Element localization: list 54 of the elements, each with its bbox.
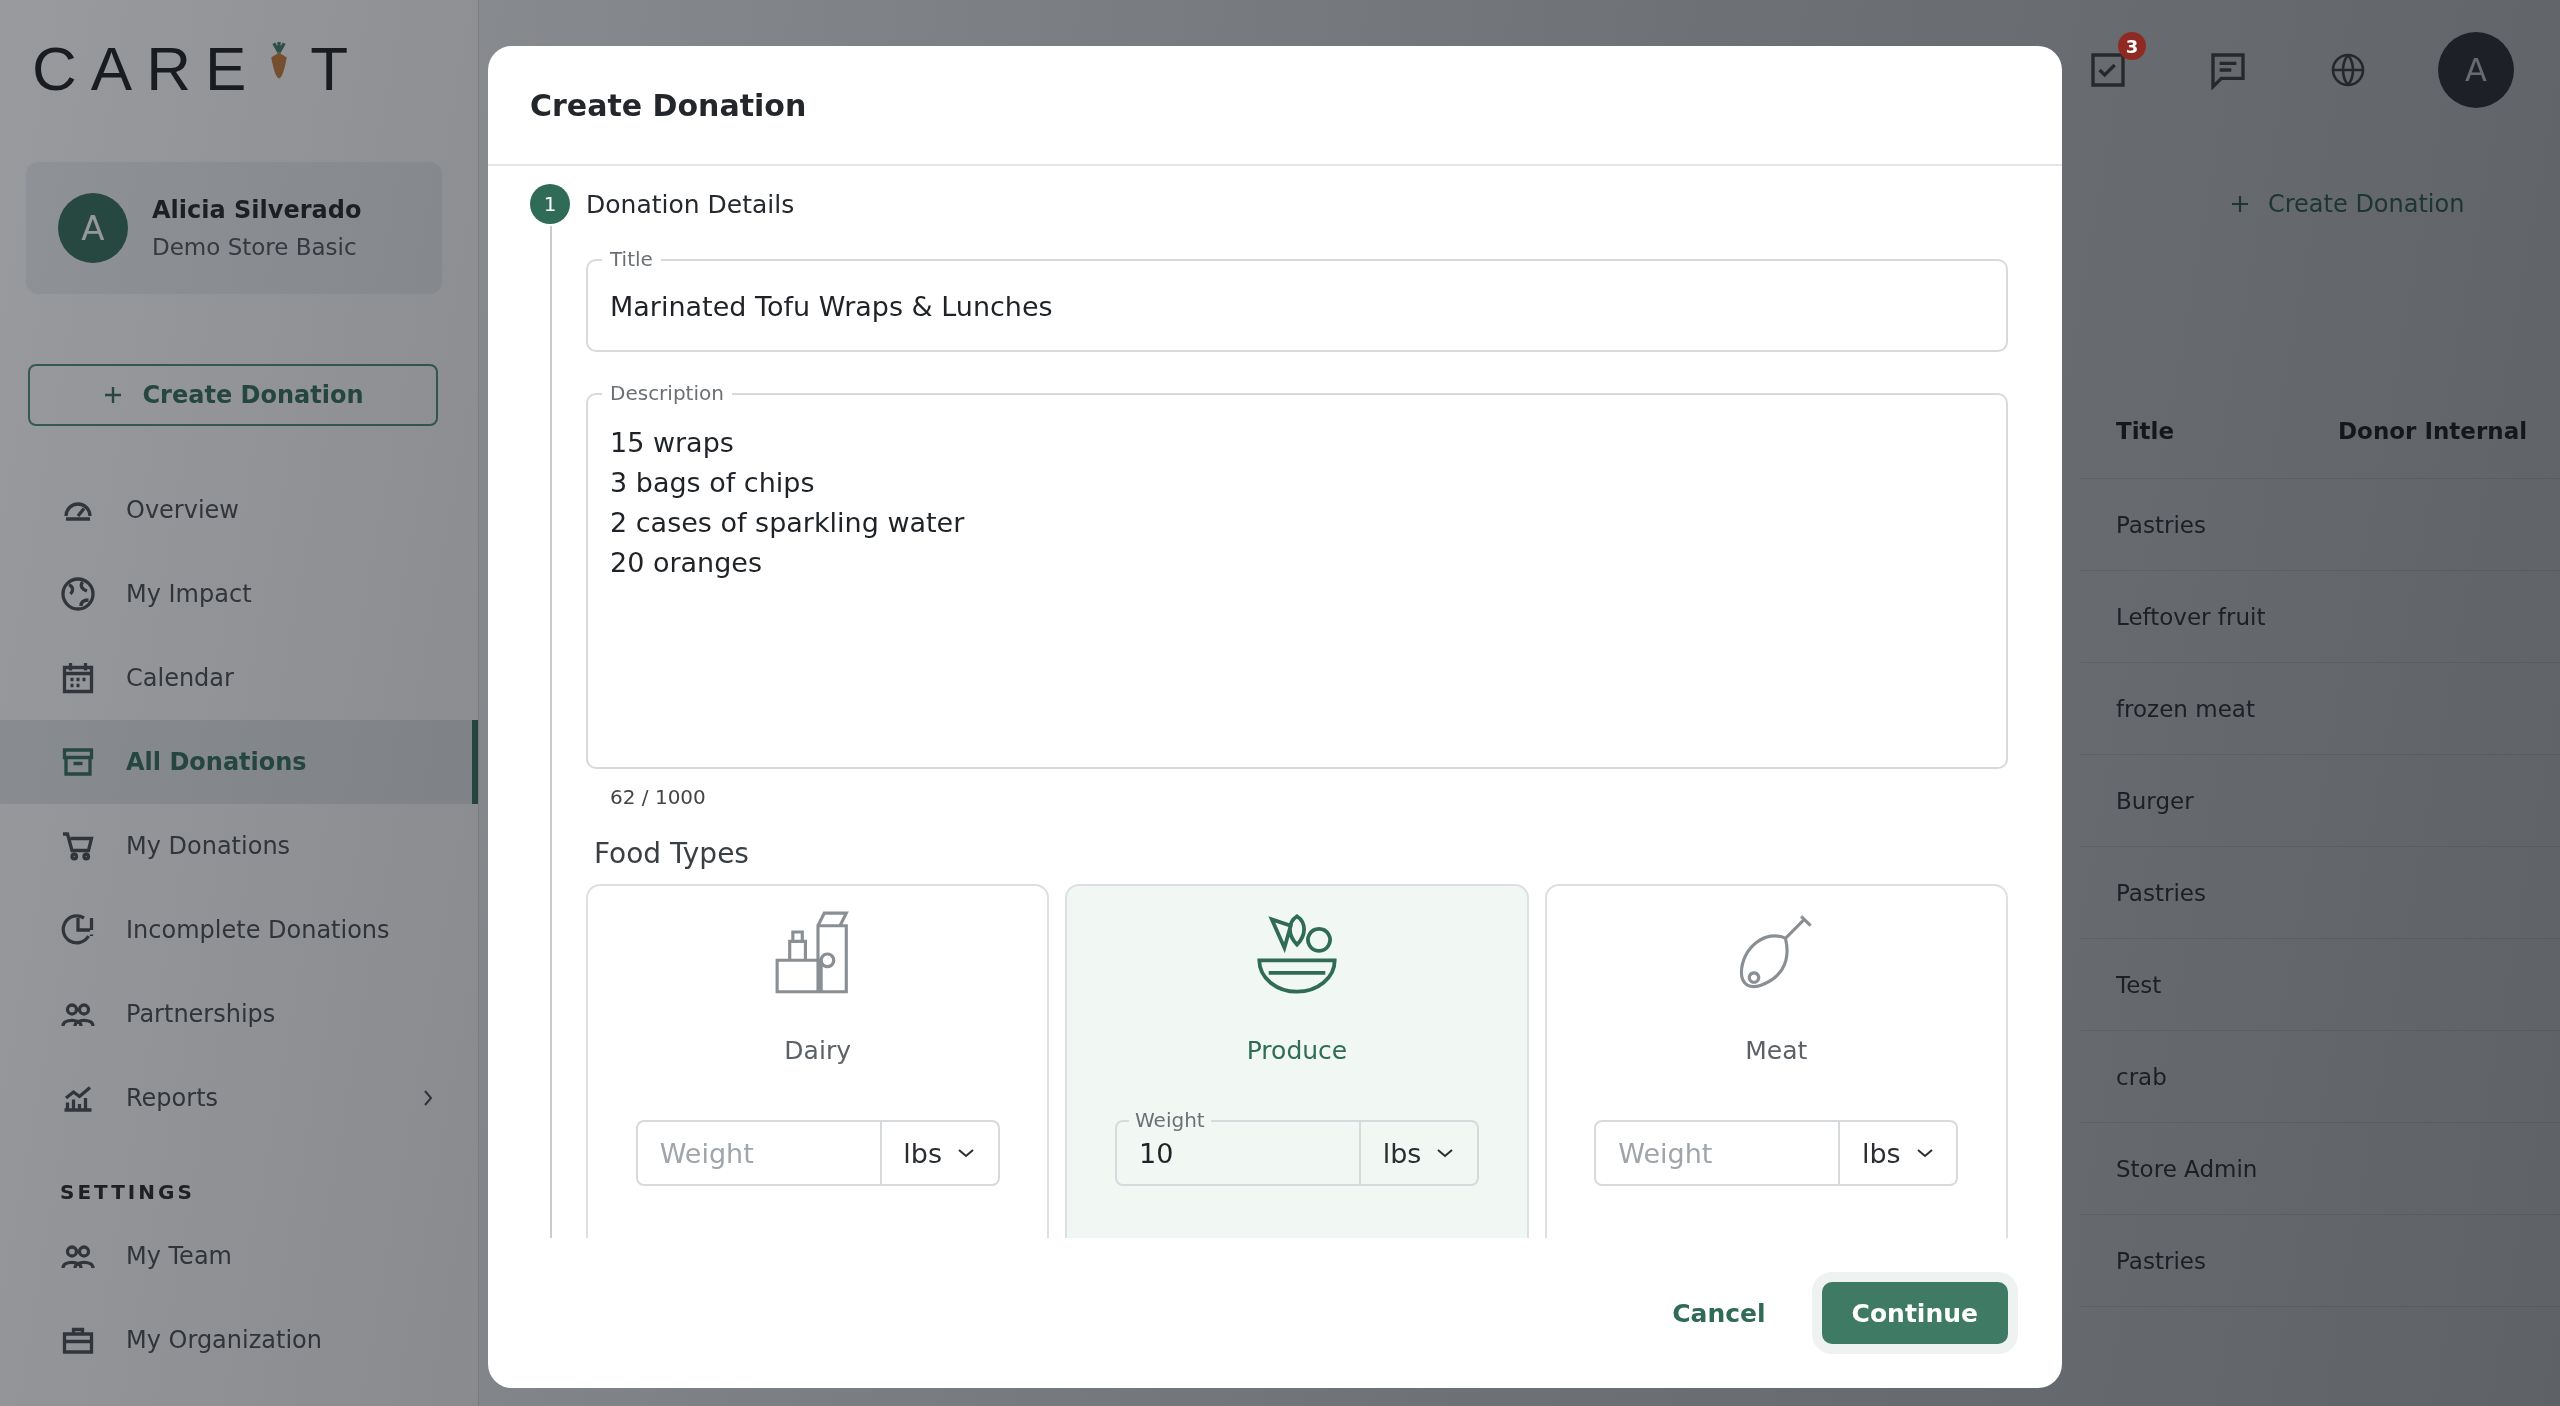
profile-avatar[interactable]: A	[2438, 32, 2514, 108]
chat-icon[interactable]	[2208, 50, 2248, 90]
nav-item[interactable]: Reports	[0, 1056, 478, 1140]
plus-icon	[2230, 194, 2250, 214]
unit-dropdown[interactable]: lbs	[1361, 1120, 1479, 1186]
nav-item[interactable]: My Team	[0, 1214, 478, 1298]
table-cell: Pastries	[2116, 879, 2206, 906]
food-type-label: Dairy	[784, 1036, 851, 1065]
nav-item[interactable]: My Impact	[0, 552, 478, 636]
nav-item[interactable]: My Donations	[0, 804, 478, 888]
food-type-label: Produce	[1246, 1036, 1348, 1065]
step-number: 1	[530, 184, 570, 224]
nav-item[interactable]: Partnerships	[0, 972, 478, 1056]
food-type-card[interactable]: Meat Weight lbs	[1544, 884, 2008, 1238]
nav-icon	[60, 660, 96, 696]
brand-logo: CARE T	[32, 36, 363, 100]
section-heading: Food Types	[594, 837, 750, 870]
nav-item[interactable]: My Organization	[0, 1298, 478, 1382]
task-icon[interactable]	[2088, 50, 2128, 90]
nav-item[interactable]: Calendar	[0, 636, 478, 720]
notification-badge: 3	[2118, 32, 2146, 60]
table-cell: Pastries	[2116, 1247, 2206, 1274]
character-counter: 62 / 1000	[610, 785, 707, 809]
column-header: Title	[2116, 418, 2176, 444]
nav-item[interactable]: Overview	[0, 468, 478, 552]
table-cell: Leftover fruit	[2116, 603, 2266, 630]
user-avatar: A	[58, 193, 128, 263]
unit-dropdown[interactable]: lbs	[881, 1120, 1000, 1186]
table-cell: frozen meat	[2116, 695, 2255, 722]
food-type-card[interactable]: Dairy Weight lbs	[586, 884, 1050, 1238]
caret-icon	[956, 1147, 976, 1159]
column-header: Donor Internal	[2338, 418, 2529, 444]
nav-item[interactable]: Incomplete Donations	[0, 888, 478, 972]
dialog-title: Create Donation	[530, 87, 807, 123]
food-type-label: Meat	[1745, 1036, 1808, 1065]
table-cell: Burger	[2116, 787, 2194, 814]
cancel-button[interactable]: Cancel	[1666, 1297, 1772, 1329]
table-cell: Test	[2116, 971, 2162, 998]
nav-item[interactable]: All Donations	[0, 720, 478, 804]
create-donation-button[interactable]: Create Donation	[28, 364, 438, 426]
user-name: Alicia Silverado	[152, 196, 362, 224]
food-type-card[interactable]: Produce Weight 10 lbs	[1065, 884, 1529, 1238]
plus-icon	[102, 385, 123, 405]
create-donation-button[interactable]: Create Donation	[2230, 190, 2465, 218]
store-name: Demo Store Basic	[152, 234, 358, 260]
table-cell: crab	[2116, 1063, 2167, 1090]
section-heading: SETTINGS	[60, 1180, 195, 1204]
nav-icon	[60, 912, 96, 948]
user-card[interactable]: A Alicia Silverado Demo Store Basic	[26, 162, 442, 294]
table-cell: Store Admin	[2116, 1155, 2258, 1182]
table-cell: Pastries	[2116, 511, 2206, 538]
nav-icon	[60, 576, 96, 612]
step-label: Donation Details	[586, 189, 795, 219]
unit-dropdown[interactable]: lbs	[1840, 1120, 1959, 1186]
